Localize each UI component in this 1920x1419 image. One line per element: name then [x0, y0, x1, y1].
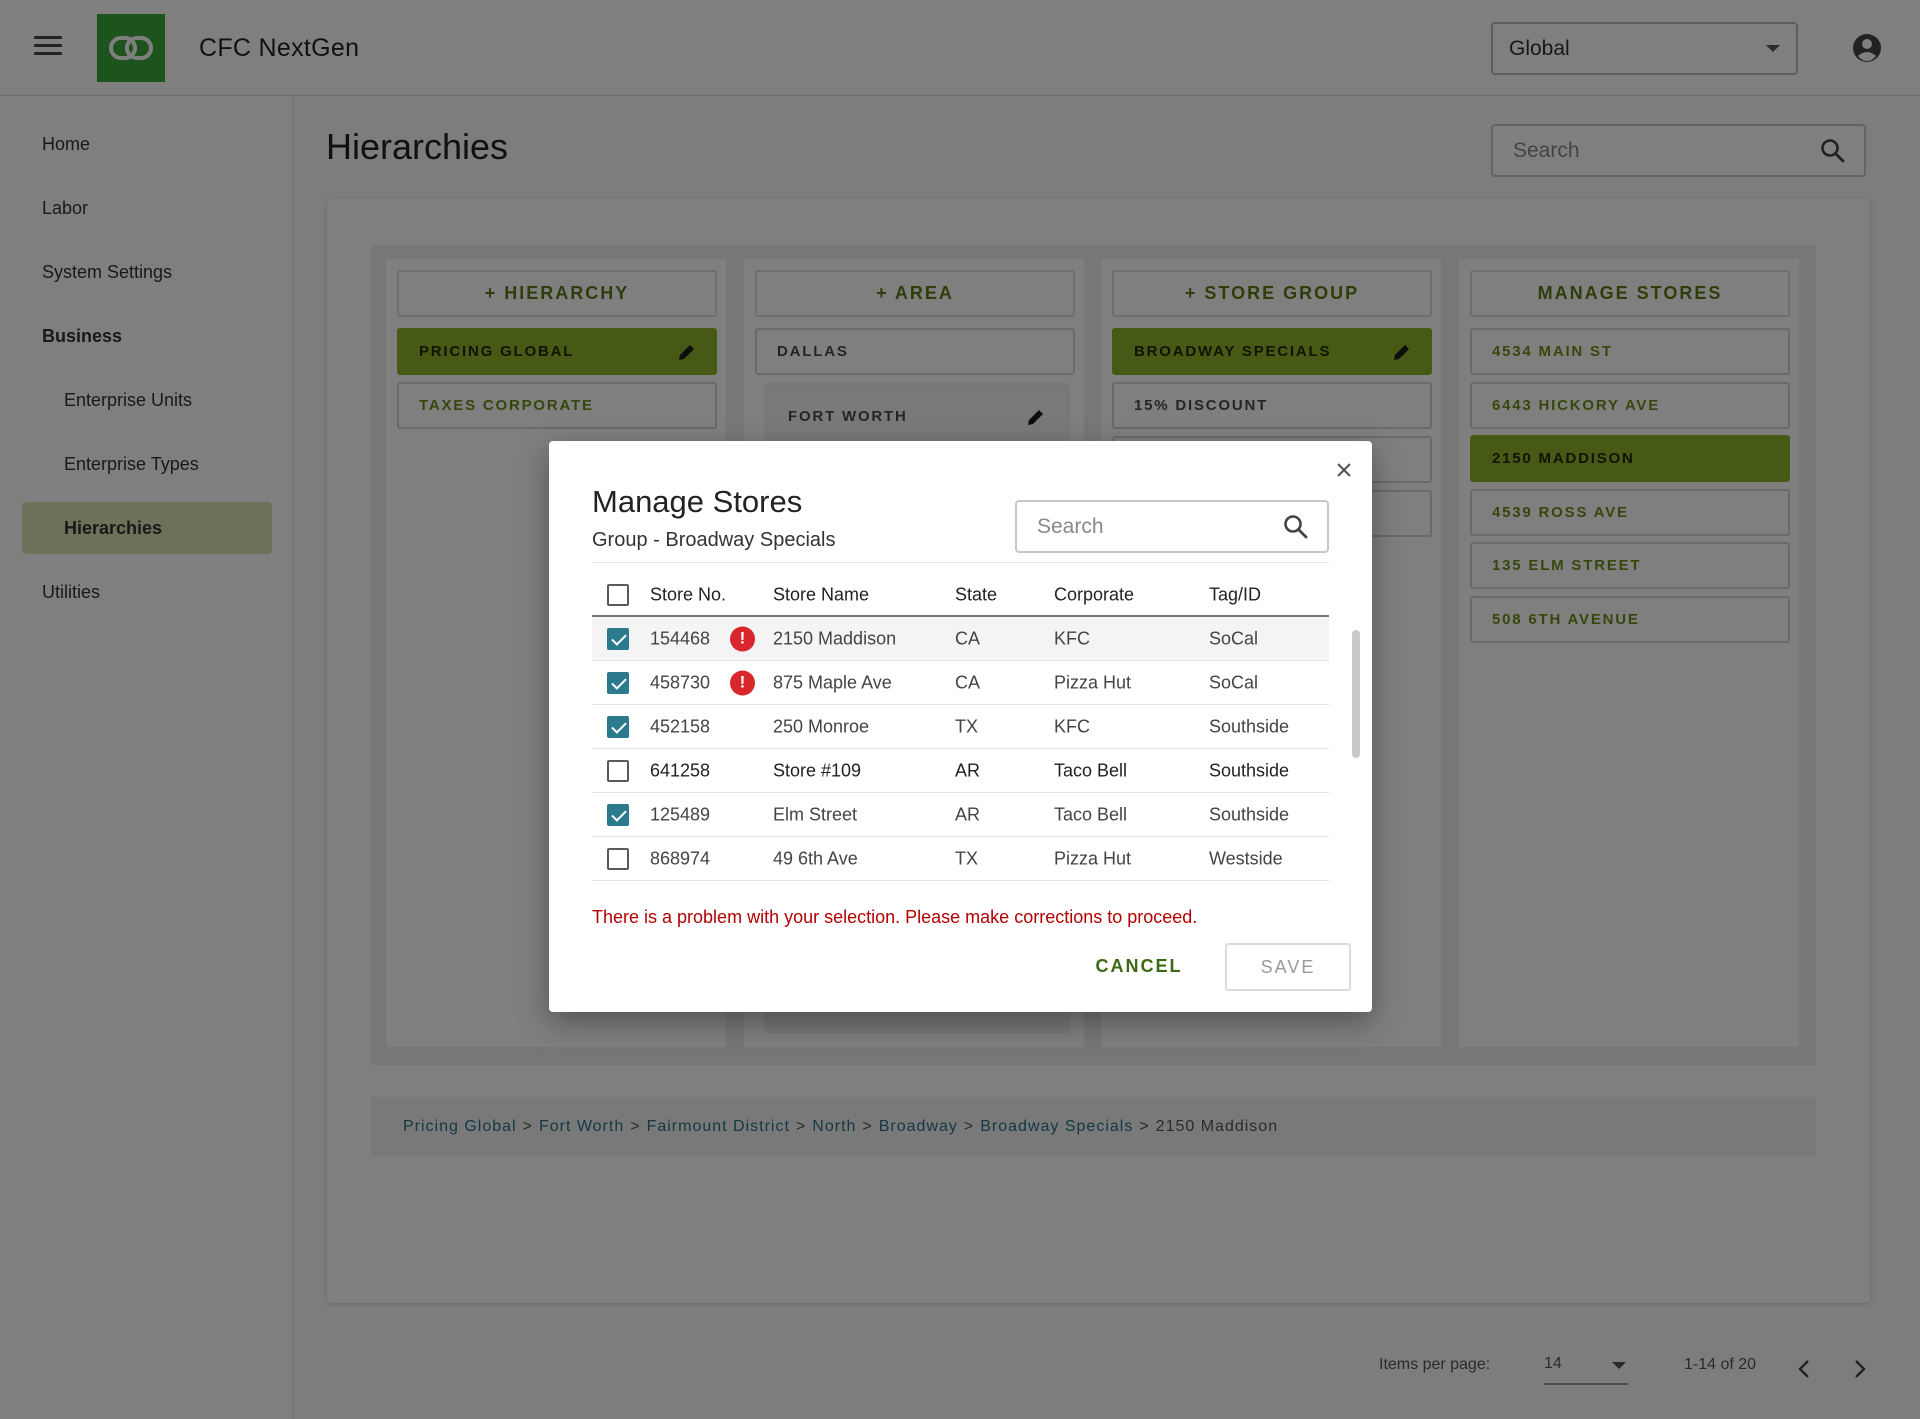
column-header-corporate[interactable]: Corporate: [1054, 585, 1134, 606]
cell-store-name: 2150 Maddison: [773, 628, 897, 648]
row-checkbox[interactable]: [607, 759, 629, 782]
cancel-button[interactable]: CANCEL: [1085, 943, 1193, 989]
cell-tag: Southside: [1209, 760, 1290, 780]
cell-store-name: 49 6th Ave: [773, 848, 858, 868]
column-header-store-name[interactable]: Store Name: [773, 585, 869, 606]
select-all-checkbox[interactable]: [607, 584, 629, 606]
cell-tag: SoCal: [1209, 628, 1259, 648]
row-checkbox[interactable]: [607, 803, 629, 826]
table-scrollbar[interactable]: [1352, 630, 1360, 758]
table-row[interactable]: 154468 ! 2150 Maddison CA KFC SoCal: [592, 617, 1329, 661]
dialog-subtitle: Group - Broadway Specials: [592, 529, 836, 551]
cell-state: CA: [955, 628, 981, 648]
cell-state: AR: [955, 804, 981, 824]
cell-state: TX: [955, 848, 979, 868]
cell-state: TX: [955, 716, 979, 736]
error-icon: !: [730, 670, 755, 695]
error-icon: !: [730, 626, 755, 651]
cell-store-no: 452158: [650, 716, 711, 736]
row-checkbox[interactable]: [607, 715, 629, 738]
cell-tag: Southside: [1209, 804, 1290, 824]
cell-store-name: 875 Maple Ave: [773, 672, 892, 692]
search-icon[interactable]: [1283, 514, 1309, 540]
table-row[interactable]: 125489 Elm Street AR Taco Bell Southside: [592, 793, 1329, 837]
cell-tag: Westside: [1209, 848, 1283, 868]
dialog-title: Manage Stores: [592, 484, 803, 519]
cell-corporate: KFC: [1054, 716, 1090, 736]
cell-state: CA: [955, 672, 981, 692]
dialog-search-input[interactable]: [1037, 514, 1255, 539]
manage-stores-dialog: Manage Stores Group - Broadway Specials …: [549, 441, 1372, 1012]
close-icon[interactable]: [1333, 459, 1355, 481]
dialog-search[interactable]: [1015, 500, 1329, 553]
table-row[interactable]: 458730 ! 875 Maple Ave CA Pizza Hut SoCa…: [592, 661, 1329, 705]
save-button[interactable]: SAVE: [1225, 943, 1351, 991]
dialog-divider: [592, 562, 1329, 563]
cell-state: AR: [955, 760, 981, 780]
selection-error-message: There is a problem with your selection. …: [592, 907, 1198, 927]
cell-store-no: 868974: [650, 848, 711, 868]
cell-store-no: 641258: [650, 760, 711, 780]
cell-corporate: Taco Bell: [1054, 804, 1128, 824]
cell-store-no: 154468: [650, 628, 711, 648]
stores-table: Store No. Store Name State Corporate Tag…: [592, 575, 1329, 881]
cell-store-name: 250 Monroe: [773, 716, 870, 736]
cell-corporate: Pizza Hut: [1054, 672, 1132, 692]
column-header-tag-id[interactable]: Tag/ID: [1209, 585, 1261, 606]
cell-store-no: 125489: [650, 804, 711, 824]
cell-corporate: Pizza Hut: [1054, 848, 1132, 868]
row-checkbox[interactable]: [607, 627, 629, 650]
column-header-store-no[interactable]: Store No.: [650, 585, 726, 606]
cell-store-no: 458730: [650, 672, 711, 692]
table-row[interactable]: 641258 Store #109 AR Taco Bell Southside: [592, 749, 1329, 793]
cell-tag: SoCal: [1209, 672, 1259, 692]
table-header: Store No. Store Name State Corporate Tag…: [592, 575, 1329, 617]
cell-corporate: Taco Bell: [1054, 760, 1128, 780]
column-header-state[interactable]: State: [955, 585, 997, 606]
cell-store-name: Elm Street: [773, 804, 858, 824]
cell-corporate: KFC: [1054, 628, 1090, 648]
row-checkbox[interactable]: [607, 671, 629, 694]
table-row[interactable]: 452158 250 Monroe TX KFC Southside: [592, 705, 1329, 749]
row-checkbox[interactable]: [607, 847, 629, 870]
cell-tag: Southside: [1209, 716, 1290, 736]
table-row[interactable]: 868974 49 6th Ave TX Pizza Hut Westside: [592, 837, 1329, 881]
cell-store-name: Store #109: [773, 760, 862, 780]
